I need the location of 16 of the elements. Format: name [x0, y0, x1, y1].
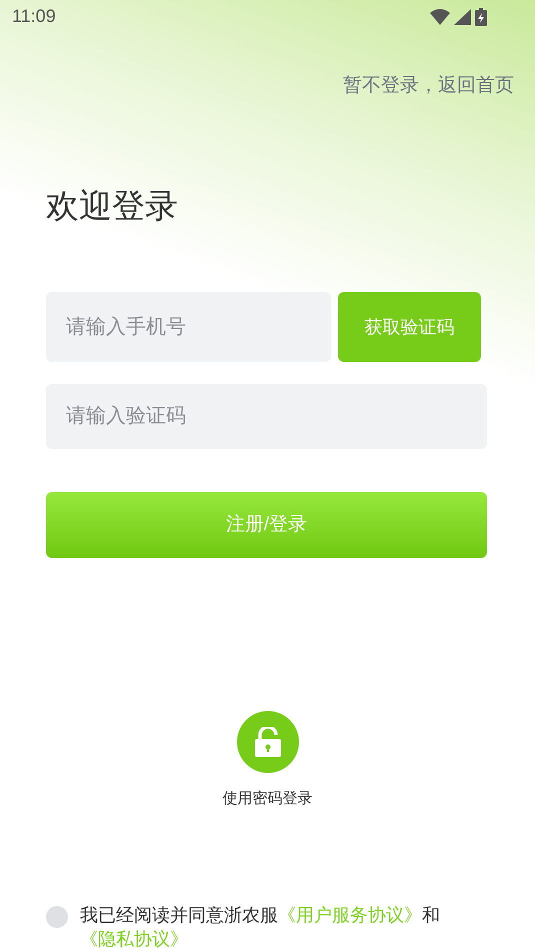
password-login-label: 使用密码登录: [222, 788, 312, 808]
skip-login-link[interactable]: 暂不登录，返回首页: [343, 72, 514, 101]
login-button[interactable]: 注册/登录: [46, 492, 487, 558]
wifi-icon: [430, 8, 450, 25]
user-agreement-link[interactable]: 《用户服务协议》: [278, 905, 422, 925]
agreement-text: 我已经阅读并同意浙农服《用户服务协议》和 《隐私协议》: [80, 904, 441, 951]
status-time: 11:09: [12, 5, 56, 28]
code-input-field[interactable]: 请输入验证码: [46, 384, 487, 450]
signal-icon: [454, 8, 471, 25]
get-code-button[interactable]: 获取验证码: [338, 292, 481, 362]
privacy-policy-link[interactable]: 《隐私协议》: [80, 929, 188, 949]
unlocked-padlock-icon: [254, 726, 280, 756]
agreement-checkbox[interactable]: [46, 906, 68, 928]
page-title: 欢迎登录: [46, 186, 178, 226]
battery-icon: [475, 8, 487, 26]
phone-input-field[interactable]: 请输入手机号: [46, 292, 331, 362]
